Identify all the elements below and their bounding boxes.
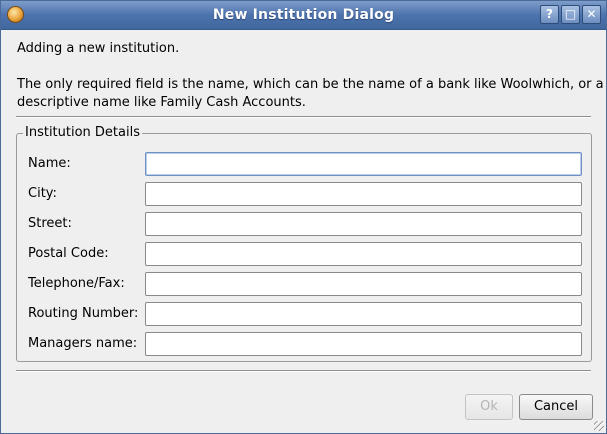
close-button[interactable]: ✕ — [582, 5, 601, 24]
resize-grip-icon[interactable] — [594, 421, 604, 431]
intro-line-1: Adding a new institution. — [17, 41, 180, 56]
city-field[interactable] — [145, 182, 582, 206]
routing-number-label: Routing Number: — [28, 306, 139, 321]
bottom-separator — [16, 370, 591, 372]
managers-name-row: Managers name: — [17, 332, 591, 356]
postal-code-row: Postal Code: — [17, 242, 591, 266]
cancel-button[interactable]: Cancel — [519, 394, 593, 420]
telephone-fax-row: Telephone/Fax: — [17, 272, 591, 296]
dialog-window: New Institution Dialog ? □ ✕ Adding a ne… — [0, 0, 607, 434]
group-title: Institution Details — [23, 125, 142, 141]
institution-details-group: Institution Details Name: City: Street: … — [16, 125, 592, 362]
ok-button[interactable]: Ok — [465, 394, 513, 420]
routing-number-row: Routing Number: — [17, 302, 591, 326]
name-row: Name: — [17, 152, 591, 176]
intro-line-2: The only required field is the name, whi… — [17, 77, 604, 92]
dialog-content: Adding a new institution. The only requi… — [1, 29, 606, 433]
maximize-button[interactable]: □ — [561, 5, 580, 24]
managers-name-label: Managers name: — [28, 336, 138, 351]
window-title: New Institution Dialog — [212, 7, 395, 23]
city-row: City: — [17, 182, 591, 206]
postal-code-field[interactable] — [145, 242, 582, 266]
help-button[interactable]: ? — [540, 5, 559, 24]
managers-name-field[interactable] — [145, 332, 582, 356]
title-bar[interactable]: New Institution Dialog ? □ ✕ — [1, 1, 606, 30]
postal-code-label: Postal Code: — [28, 246, 109, 261]
window-controls: ? □ ✕ — [540, 5, 601, 24]
street-label: Street: — [28, 216, 72, 231]
top-separator — [16, 116, 591, 118]
street-field[interactable] — [145, 212, 582, 236]
telephone-fax-label: Telephone/Fax: — [28, 276, 125, 291]
city-label: City: — [28, 186, 57, 201]
street-row: Street: — [17, 212, 591, 236]
name-field[interactable] — [145, 152, 582, 176]
routing-number-field[interactable] — [145, 302, 582, 326]
telephone-fax-field[interactable] — [145, 272, 582, 296]
intro-line-3: descriptive name like Family Cash Accoun… — [17, 95, 306, 110]
name-label: Name: — [28, 156, 71, 171]
intro-text: Adding a new institution. The only requi… — [17, 40, 604, 112]
